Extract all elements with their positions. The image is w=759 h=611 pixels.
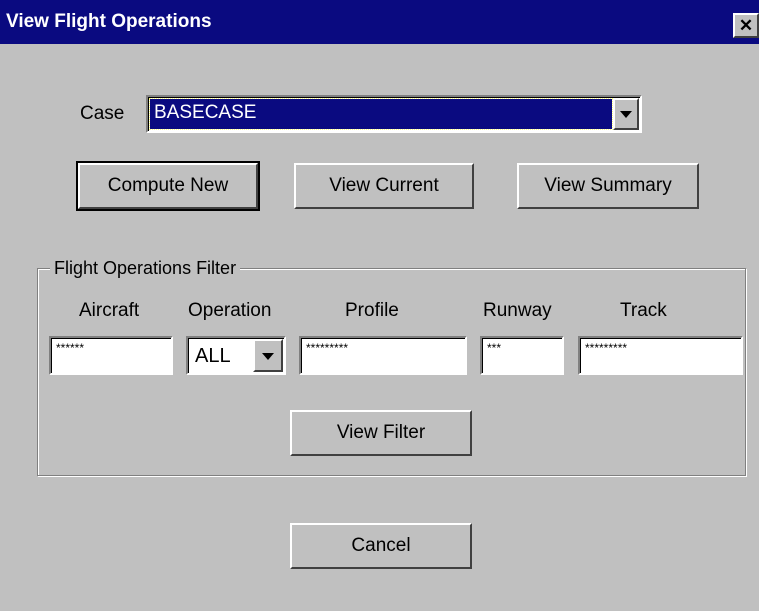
profile-label: Profile — [345, 300, 399, 321]
compute-new-button[interactable]: Compute New — [76, 161, 260, 211]
view-filter-button[interactable]: View Filter — [290, 410, 472, 456]
cancel-button[interactable]: Cancel — [290, 523, 472, 569]
filter-group-label: Flight Operations Filter — [50, 258, 241, 279]
close-button[interactable]: ✕ — [733, 13, 759, 38]
operation-selected-value: ALL — [195, 345, 231, 367]
chevron-down-icon — [620, 111, 632, 118]
runway-label: Runway — [483, 300, 552, 321]
case-dropdown-button[interactable] — [613, 98, 639, 130]
aircraft-field[interactable]: ****** — [49, 336, 173, 375]
chevron-down-icon — [262, 352, 274, 360]
title-bar: View Flight Operations — [0, 0, 759, 44]
operation-dropdown-button[interactable] — [253, 339, 283, 372]
aircraft-label: Aircraft — [79, 300, 140, 321]
window-title: View Flight Operations — [6, 11, 212, 32]
view-current-button[interactable]: View Current — [294, 163, 474, 209]
view-summary-button[interactable]: View Summary — [517, 163, 699, 209]
operation-label: Operation — [188, 300, 272, 321]
track-label: Track — [620, 300, 667, 321]
operation-dropdown[interactable]: ALL — [186, 336, 286, 375]
profile-field[interactable]: ********* — [299, 336, 467, 375]
case-selected-value: BASECASE — [149, 98, 613, 130]
track-field[interactable]: ********* — [578, 336, 743, 375]
close-icon: ✕ — [738, 16, 754, 35]
case-dropdown[interactable]: BASECASE — [146, 95, 642, 133]
runway-field[interactable]: *** — [480, 336, 564, 375]
case-label: Case — [80, 103, 125, 124]
